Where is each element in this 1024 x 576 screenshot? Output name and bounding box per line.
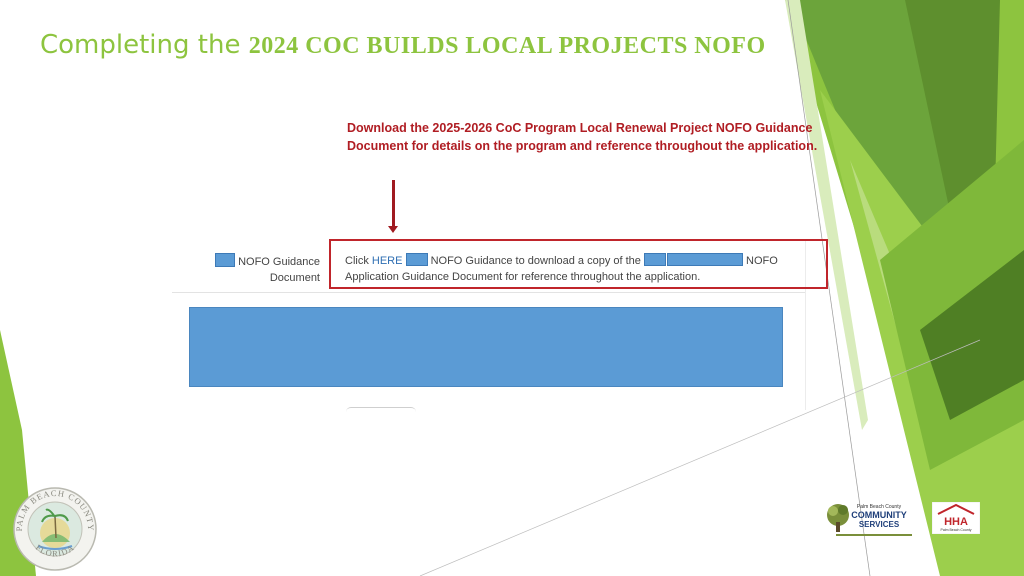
row-label-line1: NOFO Guidance [238,256,320,268]
community-services-logo: Palm Beach County COMMUNITY SERVICES [827,504,912,536]
row-divider [172,292,806,293]
slide-title: Completing the 2024 COC BUILDS LOCAL PRO… [40,28,766,60]
arrow-head-icon [388,226,398,233]
title-prefix: Completing the [40,30,249,60]
row-label-line2: Document [269,272,320,284]
highlight-box [329,239,828,289]
title-main: 2024 COC BUILDS LOCAL PROJECTS NOFO [248,33,766,59]
hha-sub: Palm Beach County [941,528,972,532]
hha-text: HHA [944,516,968,528]
annotation-arrow [392,180,395,228]
button-edge [346,407,416,412]
county-seal-logo: PALM BEACH COUNTY FLORIDA [13,487,97,571]
hha-logo: HHA Palm Beach County [932,502,980,534]
annotation-text: Download the 2025-2026 CoC Program Local… [347,121,818,153]
pbc-line3: SERVICES [859,520,900,529]
pbc-line2: COMMUNITY [851,510,907,520]
redacted-block [189,307,783,387]
redaction-box [215,253,236,267]
row-label: NOFO Guidance Document [200,253,320,286]
